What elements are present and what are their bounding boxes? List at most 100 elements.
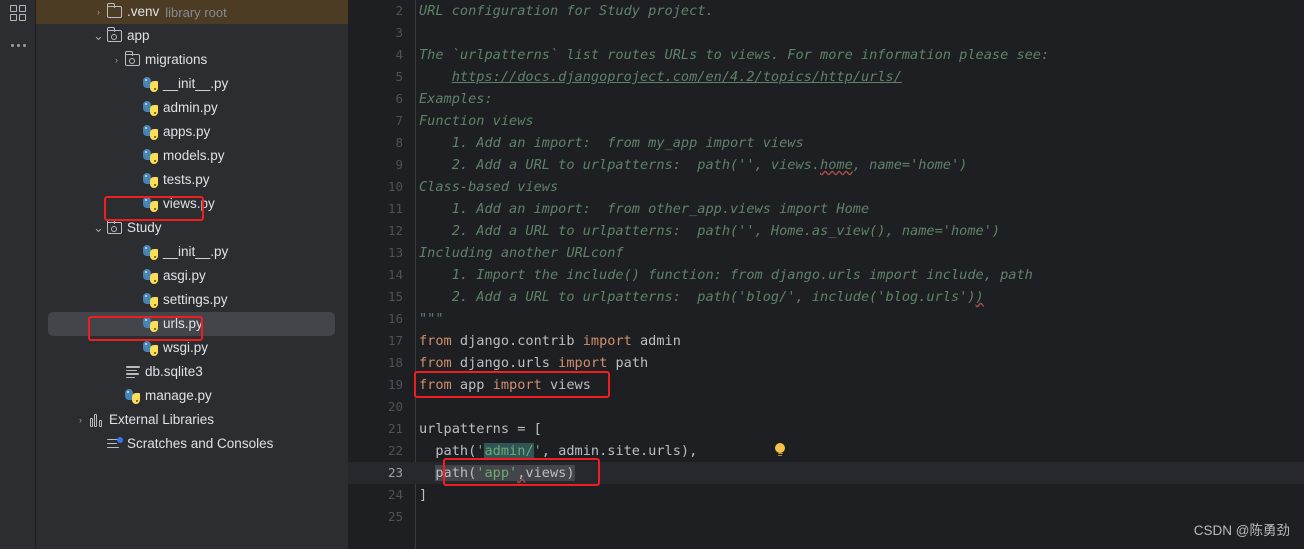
line-number[interactable]: 7 <box>348 110 415 132</box>
tree-item-app[interactable]: ⌄ app <box>36 24 348 48</box>
line-number[interactable]: 20 <box>348 396 415 418</box>
code-line-12[interactable]: 12 2. Add a URL to urlpatterns: path('',… <box>348 220 1304 242</box>
line-number[interactable]: 18 <box>348 352 415 374</box>
tree-item--init-py[interactable]: ›__init__.py <box>36 240 348 264</box>
line-number[interactable]: 9 <box>348 154 415 176</box>
line-number[interactable]: 21 <box>348 418 415 440</box>
line-number[interactable]: 4 <box>348 44 415 66</box>
code-text[interactable]: https://docs.djangoproject.com/en/4.2/to… <box>415 66 902 88</box>
line-number[interactable]: 6 <box>348 88 415 110</box>
tree-item-asgi-py[interactable]: ›asgi.py <box>36 264 348 288</box>
line-number[interactable]: 8 <box>348 132 415 154</box>
code-line-11[interactable]: 11 1. Add an import: from other_app.view… <box>348 198 1304 220</box>
code-text[interactable]: 1. Import the include() function: from d… <box>415 264 1033 286</box>
code-line-20[interactable]: 20 <box>348 396 1304 418</box>
code-text[interactable]: path('admin/', admin.site.urls), <box>415 440 697 462</box>
tree-item-study[interactable]: ⌄ Study <box>36 216 348 240</box>
code-text[interactable]: ] <box>415 484 427 506</box>
line-number[interactable]: 2 <box>348 0 415 22</box>
more-options-icon[interactable] <box>0 36 36 54</box>
line-number[interactable]: 12 <box>348 220 415 242</box>
line-number[interactable]: 22 <box>348 440 415 462</box>
chevron-down-icon[interactable]: ⌄ <box>92 216 105 240</box>
code-text[interactable]: 1. Add an import: from other_app.views i… <box>415 198 869 220</box>
code-editor[interactable]: 2 URL configuration for Study project. 3 4 T… <box>348 0 1304 549</box>
tree-item-migrations[interactable]: › migrations <box>36 48 348 72</box>
code-text[interactable]: 2. Add a URL to urlpatterns: path('blog/… <box>415 286 984 308</box>
code-line-14[interactable]: 14 1. Import the include() function: fro… <box>348 264 1304 286</box>
code-line-5[interactable]: 5 https://docs.djangoproject.com/en/4.2/… <box>348 66 1304 88</box>
code-line-17[interactable]: 17 from django.contrib import admin <box>348 330 1304 352</box>
code-text[interactable]: path('app',views) <box>415 462 575 484</box>
code-line-15[interactable]: 15 2. Add a URL to urlpatterns: path('bl… <box>348 286 1304 308</box>
code-line-10[interactable]: 10 Class-based views <box>348 176 1304 198</box>
line-number[interactable]: 13 <box>348 242 415 264</box>
chevron-down-icon[interactable]: ⌄ <box>92 24 105 48</box>
line-number[interactable]: 15 <box>348 286 415 308</box>
code-line-22[interactable]: 22 path('admin/', admin.site.urls), <box>348 440 1304 462</box>
project-tree[interactable]: ›.venvlibrary root⌄app›migrations›__init… <box>36 0 348 456</box>
code-text[interactable]: Examples: <box>415 88 493 110</box>
tree-item-views-py[interactable]: ›views.py <box>36 192 348 216</box>
project-tool-window[interactable]: ›.venvlibrary root⌄app›migrations›__init… <box>36 0 348 549</box>
line-number[interactable]: 23 <box>348 462 415 484</box>
line-number[interactable]: 24 <box>348 484 415 506</box>
code-text[interactable]: Including another URLconf <box>415 242 624 264</box>
lightbulb-icon[interactable] <box>775 443 786 457</box>
tree-item--init-py[interactable]: ›__init__.py <box>36 72 348 96</box>
code-text[interactable]: Function views <box>415 110 534 132</box>
code-line-18[interactable]: 18 from django.urls import path <box>348 352 1304 374</box>
code-line-2[interactable]: 2 URL configuration for Study project. <box>348 0 1304 22</box>
tree-item-db-sqlite3[interactable]: ›db.sqlite3 <box>36 360 348 384</box>
line-number[interactable]: 5 <box>348 66 415 88</box>
code-line-25[interactable]: 25 <box>348 506 1304 528</box>
code-text[interactable]: 2. Add a URL to urlpatterns: path('', vi… <box>415 154 968 176</box>
chevron-right-icon[interactable]: › <box>110 48 123 72</box>
code-lines[interactable]: 2 URL configuration for Study project. 3 4 T… <box>348 0 1304 528</box>
code-line-3[interactable]: 3 <box>348 22 1304 44</box>
code-text[interactable]: from django.contrib import admin <box>415 330 681 352</box>
line-number[interactable]: 14 <box>348 264 415 286</box>
chevron-right-icon[interactable]: › <box>92 0 105 24</box>
line-number[interactable]: 10 <box>348 176 415 198</box>
code-text[interactable]: Class-based views <box>415 176 558 198</box>
line-number[interactable]: 16 <box>348 308 415 330</box>
tree-item-settings-py[interactable]: ›settings.py <box>36 288 348 312</box>
line-number[interactable]: 25 <box>348 506 415 528</box>
code-line-4[interactable]: 4 The `urlpatterns` list routes URLs to v… <box>348 44 1304 66</box>
line-number[interactable]: 19 <box>348 374 415 396</box>
code-line-19[interactable]: 19 from app import views <box>348 374 1304 396</box>
code-text[interactable]: from django.urls import path <box>415 352 648 374</box>
tree-item--venv[interactable]: › .venv library root <box>36 0 348 24</box>
line-number[interactable]: 11 <box>348 198 415 220</box>
code-text[interactable]: URL configuration for Study project. <box>415 0 714 22</box>
tree-item-tests-py[interactable]: ›tests.py <box>36 168 348 192</box>
tree-item-models-py[interactable]: ›models.py <box>36 144 348 168</box>
code-text[interactable]: from app import views <box>415 374 591 396</box>
tree-item-wsgi-py[interactable]: ›wsgi.py <box>36 336 348 360</box>
tree-item-external-libraries[interactable]: › External Libraries <box>36 408 348 432</box>
tree-item-admin-py[interactable]: ›admin.py <box>36 96 348 120</box>
code-line-9[interactable]: 9 2. Add a URL to urlpatterns: path('', … <box>348 154 1304 176</box>
code-text[interactable]: 1. Add an import: from my_app import vie… <box>415 132 804 154</box>
tree-item-urls-py[interactable]: ›urls.py <box>36 312 348 336</box>
line-number[interactable]: 17 <box>348 330 415 352</box>
code-line-8[interactable]: 8 1. Add an import: from my_app import v… <box>348 132 1304 154</box>
code-text[interactable]: urlpatterns = [ <box>415 418 542 440</box>
code-line-6[interactable]: 6 Examples: <box>348 88 1304 110</box>
code-text[interactable]: 2. Add a URL to urlpatterns: path('', Ho… <box>415 220 1000 242</box>
code-line-7[interactable]: 7 Function views <box>348 110 1304 132</box>
tree-item-scratches-and-consoles[interactable]: ›Scratches and Consoles <box>36 432 348 456</box>
line-number[interactable]: 3 <box>348 22 415 44</box>
code-line-16[interactable]: 16 """ <box>348 308 1304 330</box>
code-line-23[interactable]: 23 path('app',views) <box>348 462 1304 484</box>
project-structure-icon[interactable] <box>0 0 36 26</box>
code-line-21[interactable]: 21 urlpatterns = [ <box>348 418 1304 440</box>
code-text[interactable]: """ <box>415 308 444 330</box>
code-line-24[interactable]: 24] <box>348 484 1304 506</box>
chevron-right-icon[interactable]: › <box>74 408 87 432</box>
code-text[interactable]: The `urlpatterns` list routes URLs to vi… <box>415 44 1049 66</box>
code-line-13[interactable]: 13 Including another URLconf <box>348 242 1304 264</box>
tree-item-manage-py[interactable]: ›manage.py <box>36 384 348 408</box>
tree-item-apps-py[interactable]: ›apps.py <box>36 120 348 144</box>
